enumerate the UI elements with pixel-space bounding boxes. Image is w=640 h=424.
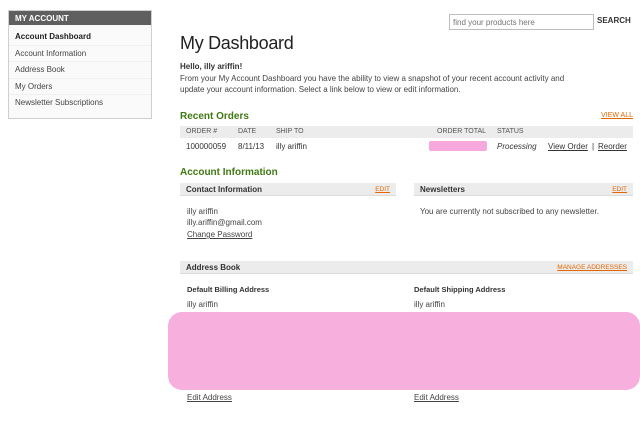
newsletters-header: Newsletters EDIT [414,183,633,196]
search-input[interactable] [449,14,594,30]
redacted-order-total [429,141,487,151]
recent-orders-title: Recent Orders [180,111,249,122]
search-button[interactable]: SEARCH [597,16,631,25]
address-book-header: Address Book MANAGE ADDRESSES [180,261,633,274]
newsletter-status: You are currently not subscribed to any … [420,207,599,216]
reorder-link[interactable]: Reorder [598,141,627,153]
contact-information-header: Contact Information EDIT [180,183,396,196]
intro-text: From your My Account Dashboard you have … [180,74,565,94]
billing-address-title: Default Billing Address [187,285,270,294]
contact-email: illy.ariffin@gmail.com [187,218,262,227]
column-ship-to: SHIP TO [276,128,304,135]
manage-addresses-link[interactable]: MANAGE ADDRESSES [557,261,627,274]
newsletters-heading: Newsletters [420,185,465,194]
sidebar-item-account-dashboard[interactable]: Account Dashboard [9,29,151,46]
order-status: Processing [497,142,537,151]
edit-newsletters-link[interactable]: EDIT [612,183,627,196]
edit-billing-address-link[interactable]: Edit Address [187,392,232,404]
view-order-link[interactable]: View Order [548,141,588,153]
edit-shipping-address-link[interactable]: Edit Address [414,392,459,404]
column-order-number: ORDER # [186,128,218,135]
redacted-address-details [168,312,640,390]
shipping-name: illy ariffin [414,300,445,309]
sidebar-item-newsletter-subscriptions[interactable]: Newsletter Subscriptions [9,95,151,112]
sidebar-nav: Account Dashboard Account Information Ad… [9,25,151,118]
billing-name: illy ariffin [187,300,218,309]
edit-contact-link[interactable]: EDIT [375,183,390,196]
page-title: My Dashboard [180,33,294,53]
column-date: DATE [238,128,257,135]
orders-table-header: ORDER # DATE SHIP TO ORDER TOTAL STATUS [180,126,633,138]
column-order-total: ORDER TOTAL [437,128,487,135]
greeting: Hello, illy ariffin! [180,62,243,71]
order-date: 8/11/13 [238,142,265,151]
account-information-title: Account Information [180,167,278,178]
table-row: 100000059 8/11/13 illy ariffin Processin… [180,141,633,153]
change-password-link[interactable]: Change Password [187,229,252,241]
order-number: 100000059 [186,142,227,151]
view-all-orders-link[interactable]: VIEW ALL [601,112,633,119]
order-ship-to: illy ariffin [276,142,307,151]
sidebar-title: MY ACCOUNT [9,11,151,25]
address-book-heading: Address Book [186,263,241,272]
contact-information-heading: Contact Information [186,185,262,194]
link-separator: | [592,142,595,151]
sidebar-item-my-orders[interactable]: My Orders [9,79,151,96]
shipping-address-title: Default Shipping Address [414,285,506,294]
account-sidebar: MY ACCOUNT Account Dashboard Account Inf… [8,10,152,119]
column-status: STATUS [497,128,524,135]
sidebar-item-account-information[interactable]: Account Information [9,46,151,63]
sidebar-item-address-book[interactable]: Address Book [9,62,151,79]
